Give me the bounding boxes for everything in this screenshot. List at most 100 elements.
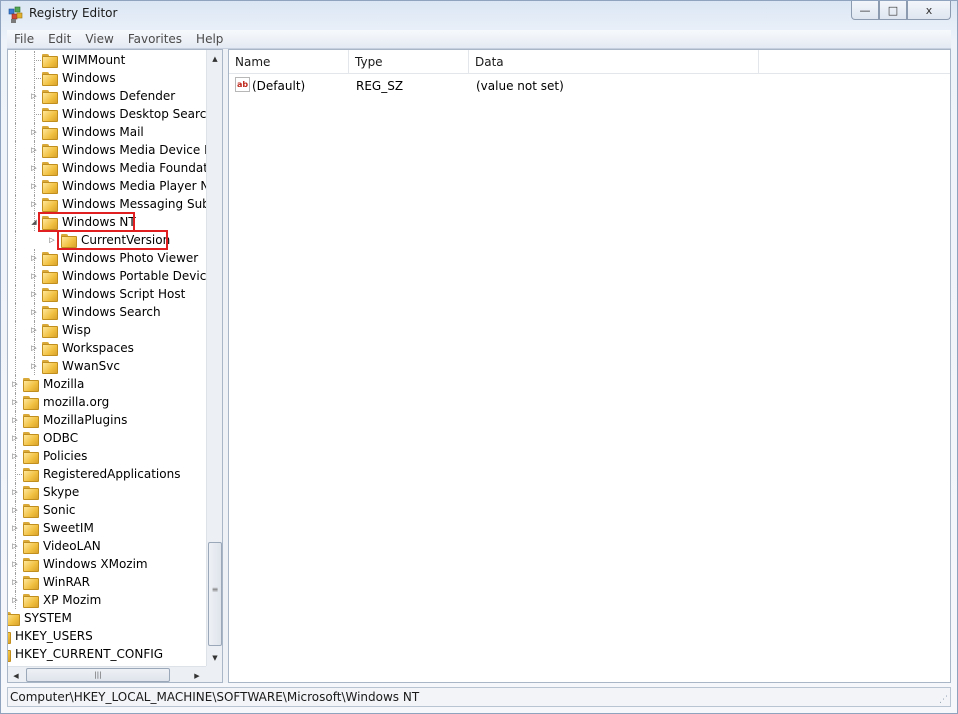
menu-view[interactable]: View	[78, 32, 120, 46]
folder-icon	[22, 503, 39, 518]
tree-node[interactable]: ▷ VideoLAN	[8, 537, 206, 555]
menu-edit[interactable]: Edit	[41, 32, 78, 46]
tree-node[interactable]: ▷ XP Mozim	[8, 591, 206, 609]
tree-guide-line	[15, 87, 16, 105]
expand-arrow-icon[interactable]: ▷	[11, 523, 19, 533]
values-list-pane[interactable]: Name Type Data ab (Default) REG_SZ (valu…	[228, 49, 951, 683]
tree-node[interactable]: WIMMount	[8, 51, 206, 69]
tree-node[interactable]: Windows	[8, 69, 206, 87]
maximize-button[interactable]: □	[879, 1, 907, 20]
tree-node[interactable]: ▷ Windows Media Device Ma	[8, 141, 206, 159]
tree-node-label: MozillaPlugins	[43, 413, 128, 427]
tree-node[interactable]: ▷ Policies	[8, 447, 206, 465]
column-header-name-label: Name	[235, 54, 271, 69]
folder-icon	[8, 629, 11, 644]
expand-arrow-icon[interactable]: ▷	[48, 235, 56, 245]
expand-arrow-icon[interactable]: ▷	[30, 91, 38, 101]
scroll-corner	[206, 666, 222, 682]
tree-guide-line	[34, 60, 41, 61]
tree-node[interactable]: ▷ mozilla.org	[8, 393, 206, 411]
expand-arrow-icon[interactable]: ▷	[11, 451, 19, 461]
folder-icon	[22, 377, 39, 392]
expand-arrow-icon[interactable]: ▷	[11, 415, 19, 425]
tree-node[interactable]: ▷ MozillaPlugins	[8, 411, 206, 429]
expand-arrow-icon[interactable]: ▷	[30, 361, 38, 371]
tree-node-label: WIMMount	[62, 53, 126, 67]
folder-icon	[41, 269, 58, 284]
tree-node[interactable]: ▷ Windows Defender	[8, 87, 206, 105]
expand-arrow-icon[interactable]: ▷	[30, 271, 38, 281]
expand-arrow-icon[interactable]: ▷	[30, 289, 38, 299]
expand-arrow-icon[interactable]: ▷	[30, 145, 38, 155]
resize-grip-icon[interactable]: ⋰	[939, 695, 948, 705]
expand-arrow-icon[interactable]: ▷	[30, 163, 38, 173]
column-header-type[interactable]: Type	[349, 50, 469, 74]
expand-arrow-icon[interactable]: ▷	[11, 505, 19, 515]
scroll-down-arrow-icon[interactable]: ▼	[207, 649, 222, 666]
tree-node[interactable]: ▷ Windows Portable Devices	[8, 267, 206, 285]
minimize-button[interactable]: —	[851, 1, 879, 20]
expand-arrow-icon[interactable]: ▷	[30, 325, 38, 335]
tree-node[interactable]: ▷ Windows Media Player NSS	[8, 177, 206, 195]
expand-arrow-icon[interactable]: ▷	[11, 397, 19, 407]
value-row[interactable]: ab (Default) REG_SZ (value not set)	[229, 76, 949, 94]
expand-arrow-icon[interactable]: ▷	[30, 343, 38, 353]
expand-arrow-icon[interactable]: ▷	[30, 181, 38, 191]
tree-node[interactable]: ▷ CurrentVersion	[8, 230, 206, 250]
tree-node-label: Windows Mail	[62, 125, 144, 139]
tree-node[interactable]: ▷ Windows Script Host	[8, 285, 206, 303]
expand-arrow-icon[interactable]: ▷	[11, 433, 19, 443]
expand-arrow-icon[interactable]: ▷	[30, 127, 38, 137]
tree-node[interactable]: ▷ Windows Media Foundation	[8, 159, 206, 177]
menu-favorites[interactable]: Favorites	[121, 32, 189, 46]
tree-node[interactable]: RegisteredApplications	[8, 465, 206, 483]
tree-vertical-scroll-thumb[interactable]: ≡	[208, 542, 222, 646]
column-header-data[interactable]: Data	[469, 50, 759, 74]
tree-node[interactable]: ▷ WinRAR	[8, 573, 206, 591]
tree-node[interactable]: ▷ Windows Messaging Subsy	[8, 195, 206, 213]
tree-node[interactable]: ▷ Windows XMozim	[8, 555, 206, 573]
tree-node[interactable]: ▷ Mozilla	[8, 375, 206, 393]
tree-node[interactable]: HKEY_USERS	[8, 627, 206, 645]
expand-arrow-icon[interactable]: ▷	[11, 577, 19, 587]
expand-arrow-icon[interactable]: ▷	[11, 379, 19, 389]
menu-help[interactable]: Help	[189, 32, 230, 46]
expand-arrow-icon[interactable]: ▷	[11, 487, 19, 497]
registry-tree-pane[interactable]: WIMMount Windows ▷ Windows Defender Windows …	[7, 49, 223, 683]
tree-node-label: ODBC	[43, 431, 79, 445]
expand-arrow-icon[interactable]: ▷	[30, 199, 38, 209]
expand-arrow-icon[interactable]: ▷	[11, 595, 19, 605]
tree-node[interactable]: ▷ SweetIM	[8, 519, 206, 537]
close-button[interactable]: x	[907, 1, 951, 20]
title-bar[interactable]: Registry Editor — □ x	[1, 1, 957, 29]
tree-node[interactable]: ▷ Sonic	[8, 501, 206, 519]
tree-node[interactable]: ▷ Workspaces	[8, 339, 206, 357]
tree-node[interactable]: Windows Desktop Search	[8, 105, 206, 123]
tree-node[interactable]: ◢ Windows NT	[8, 212, 206, 232]
expand-arrow-icon[interactable]: ▷	[11, 559, 19, 569]
tree-node[interactable]: HKEY_CURRENT_CONFIG	[8, 645, 206, 663]
tree-node[interactable]: ▷ Windows Photo Viewer	[8, 249, 206, 267]
tree-node[interactable]: ▷ Windows Mail	[8, 123, 206, 141]
tree-horizontal-scrollbar[interactable]: ◀ ||| ▶	[8, 666, 206, 682]
tree-node[interactable]: ▷ Windows Search	[8, 303, 206, 321]
folder-icon	[41, 323, 58, 338]
tree-horizontal-scroll-thumb[interactable]: |||	[26, 668, 170, 682]
collapse-arrow-icon[interactable]: ◢	[30, 217, 38, 227]
tree-vertical-scrollbar[interactable]: ▲ ≡ ▼	[206, 50, 222, 666]
scroll-left-arrow-icon[interactable]: ◀	[8, 667, 24, 682]
scroll-up-arrow-icon[interactable]: ▲	[207, 50, 222, 67]
folder-icon	[22, 431, 39, 446]
expand-arrow-icon[interactable]: ▷	[30, 307, 38, 317]
tree-node[interactable]: ▷ ODBC	[8, 429, 206, 447]
expand-arrow-icon[interactable]: ▷	[30, 253, 38, 263]
tree-node[interactable]: SYSTEM	[8, 609, 206, 627]
folder-icon	[41, 143, 58, 158]
tree-node[interactable]: ▷ Wisp	[8, 321, 206, 339]
tree-node[interactable]: ▷ Skype	[8, 483, 206, 501]
menu-file[interactable]: File	[7, 32, 41, 46]
expand-arrow-icon[interactable]: ▷	[11, 541, 19, 551]
tree-node[interactable]: ▷ WwanSvc	[8, 357, 206, 375]
scroll-right-arrow-icon[interactable]: ▶	[189, 667, 205, 682]
column-header-name[interactable]: Name	[229, 50, 349, 74]
